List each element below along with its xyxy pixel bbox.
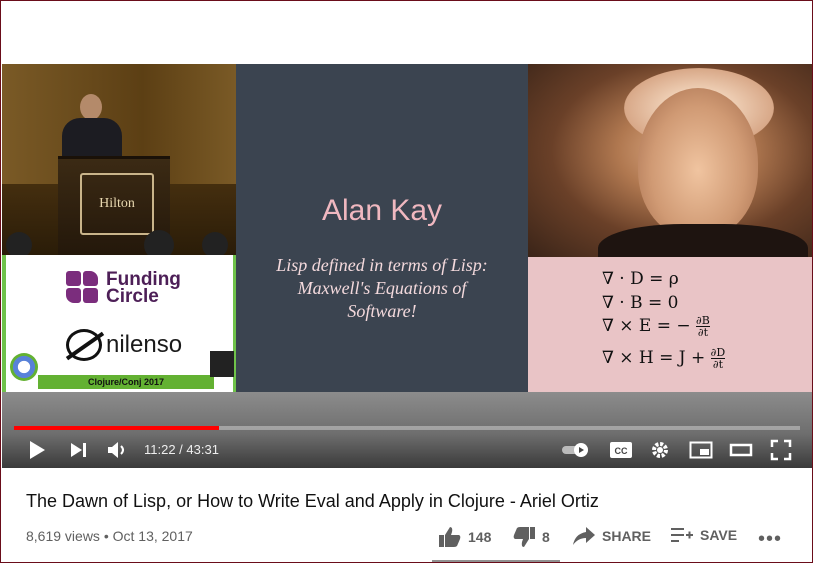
podium-sign: Hilton xyxy=(80,173,154,235)
share-label: SHARE xyxy=(602,528,652,544)
share-button[interactable]: SHARE xyxy=(572,526,651,546)
slide-quote-line: Maxwell's Equations of xyxy=(297,278,467,298)
alan-kay-photo xyxy=(528,64,812,257)
fullscreen-icon xyxy=(770,439,792,461)
funding-circle-logo: Funding Circle xyxy=(66,270,181,307)
play-icon xyxy=(30,441,45,459)
progress-played xyxy=(14,426,220,430)
equation-3-left: ∇ × E = − xyxy=(602,316,691,336)
like-count: 148 xyxy=(468,529,492,545)
speaker-figure xyxy=(62,94,122,164)
volume-icon xyxy=(108,442,124,458)
nilenso-logo: nilenso xyxy=(66,329,182,361)
miniplayer-button[interactable] xyxy=(688,438,714,462)
equation-4: ∇ × H = J + ∂D ∂t xyxy=(602,347,726,371)
video-player[interactable]: Hilton Funding Circle nilenso Clojure/Con… xyxy=(2,64,812,468)
like-dislike-bar xyxy=(432,560,560,562)
thumbs-up-icon xyxy=(439,527,461,547)
slide-quote-line: Software! xyxy=(347,301,417,321)
nilenso-text: nilenso xyxy=(106,331,183,358)
cognitect-logo xyxy=(210,351,234,377)
more-actions-button[interactable]: ••• xyxy=(758,528,782,551)
next-icon xyxy=(71,443,86,457)
progress-bar[interactable] xyxy=(14,426,800,430)
equation-4-left: ∇ × H = J + xyxy=(602,348,706,368)
maxwell-equations: ∇ · D = ρ ∇ · B = 0 ∇ × E = − ∂B ∂t ∇ × H… xyxy=(528,257,812,392)
funding-text-2: Circle xyxy=(106,286,159,307)
clojure-logo xyxy=(10,353,38,381)
theater-button[interactable] xyxy=(728,438,754,462)
miniplayer-icon xyxy=(689,441,713,459)
fullscreen-button[interactable] xyxy=(768,438,794,462)
presentation-slide: Alan Kay Lisp defined in terms of Lisp: … xyxy=(236,64,528,392)
slide-title: Alan Kay xyxy=(321,194,443,227)
autoplay-toggle-icon xyxy=(562,443,588,457)
autoplay-toggle[interactable] xyxy=(560,438,592,462)
sponsor-panel: Funding Circle nilenso Clojure/Conj 2017 xyxy=(2,255,236,392)
gear-icon xyxy=(652,442,668,458)
equation-2: ∇ · B = 0 xyxy=(602,293,679,313)
dislike-button[interactable]: 8 xyxy=(512,526,550,548)
save-button[interactable]: SAVE xyxy=(670,526,737,544)
video-meta: 8,619 views • Oct 13, 2017 xyxy=(26,528,193,544)
slide-quote-line: Lisp defined in terms of Lisp: xyxy=(276,255,488,275)
volume-button[interactable] xyxy=(106,438,130,462)
equation-3: ∇ × E = − ∂B ∂t xyxy=(602,315,710,338)
equation-4-denominator: ∂t xyxy=(712,358,723,371)
like-button[interactable]: 148 xyxy=(438,526,491,548)
cc-label: CC xyxy=(615,446,628,456)
cc-icon: CC xyxy=(610,442,632,458)
time-display: 11:22 / 43:31 xyxy=(144,442,219,457)
next-button[interactable] xyxy=(68,438,90,462)
play-button[interactable] xyxy=(26,438,48,462)
video-title: The Dawn of Lisp, or How to Write Eval a… xyxy=(26,491,599,511)
captions-button[interactable]: CC xyxy=(608,438,634,462)
save-label: SAVE xyxy=(700,527,738,543)
equation-1: ∇ · D = ρ xyxy=(602,269,679,289)
dislike-count: 8 xyxy=(542,529,550,545)
thumbs-down-icon xyxy=(513,527,535,547)
add-to-playlist-icon xyxy=(671,528,693,542)
equation-3-denominator: ∂t xyxy=(697,326,708,339)
conference-banner: Clojure/Conj 2017 xyxy=(38,375,214,389)
speaker-camera-feed: Hilton xyxy=(2,64,236,255)
settings-button[interactable] xyxy=(648,438,672,462)
theater-icon xyxy=(729,443,753,457)
slide-quote: Lisp defined in terms of Lisp: Maxwell's… xyxy=(250,254,514,323)
share-icon xyxy=(573,527,595,545)
